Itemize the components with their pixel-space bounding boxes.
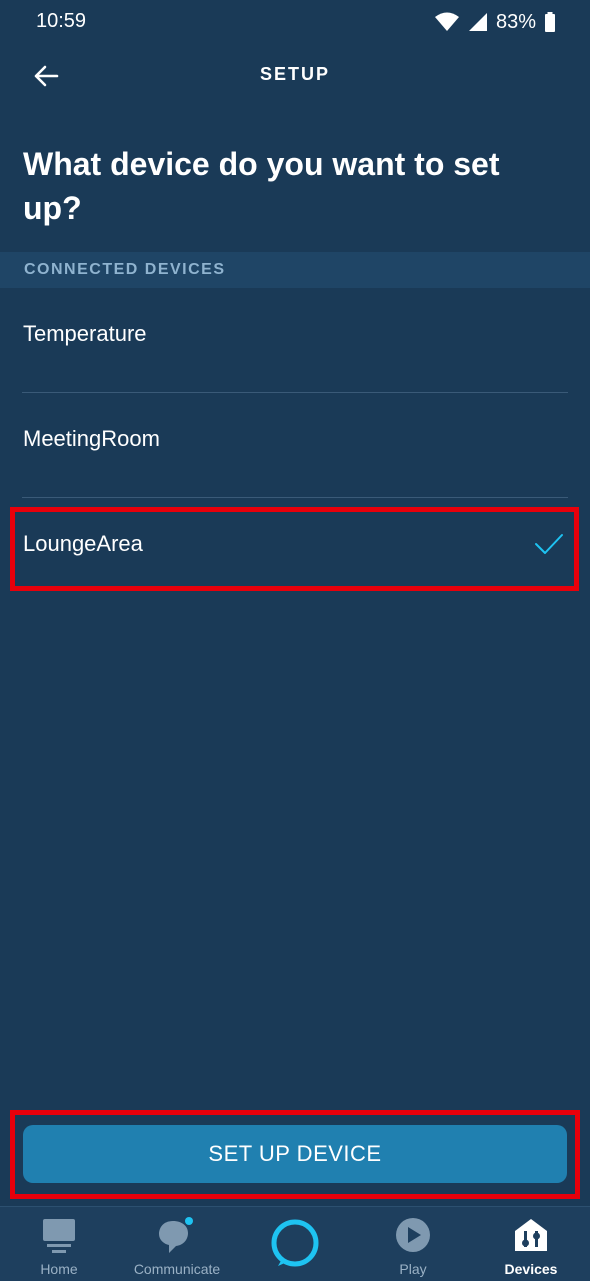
app-header: SETUP bbox=[0, 48, 590, 104]
signal-icon bbox=[468, 13, 487, 31]
page-title: What device do you want to set up? bbox=[23, 146, 500, 226]
bottom-nav: Home Communicate Play Devices bbox=[0, 1206, 590, 1281]
device-list: Temperature MeetingRoom LoungeArea bbox=[0, 288, 590, 603]
nav-label-home: Home bbox=[40, 1261, 78, 1277]
nav-label-communicate: Communicate bbox=[133, 1261, 221, 1277]
header-title: SETUP bbox=[259, 64, 330, 84]
section-label: CONNECTED DEVICES bbox=[24, 261, 226, 278]
nav-item-home[interactable]: Home bbox=[0, 1207, 118, 1281]
device-row-meetingroom[interactable]: MeetingRoom bbox=[0, 393, 590, 498]
nav-item-communicate[interactable]: Communicate bbox=[118, 1207, 236, 1281]
device-row-temperature[interactable]: Temperature bbox=[0, 288, 590, 393]
battery-percent: 83% bbox=[495, 10, 536, 33]
notification-dot bbox=[185, 1217, 193, 1225]
alexa-icon bbox=[271, 1219, 319, 1267]
status-icons: 83% bbox=[434, 10, 556, 34]
checkmark-icon bbox=[535, 534, 563, 554]
nav-item-play[interactable]: Play bbox=[354, 1207, 472, 1281]
status-time: 10:59 bbox=[36, 10, 87, 32]
devices-icon bbox=[515, 1219, 547, 1251]
status-bar: 10:59 83% bbox=[0, 0, 590, 44]
device-row-loungearea[interactable]: LoungeArea bbox=[0, 498, 590, 603]
communicate-icon bbox=[159, 1217, 193, 1253]
battery-icon bbox=[545, 12, 555, 32]
nav-label-devices: Devices bbox=[504, 1261, 558, 1277]
nav-item-devices[interactable]: Devices bbox=[472, 1207, 590, 1281]
device-name: Temperature bbox=[23, 321, 147, 346]
set-up-device-label: SET UP DEVICE bbox=[208, 1141, 382, 1166]
home-icon bbox=[43, 1219, 75, 1253]
device-name: LoungeArea bbox=[23, 531, 143, 556]
nav-label-play: Play bbox=[399, 1261, 427, 1277]
set-up-device-button[interactable]: SET UP DEVICE bbox=[23, 1125, 567, 1183]
play-icon bbox=[396, 1218, 430, 1252]
device-name: MeetingRoom bbox=[23, 426, 160, 451]
nav-item-alexa[interactable] bbox=[236, 1207, 354, 1281]
wifi-icon bbox=[434, 12, 459, 31]
section-header: CONNECTED DEVICES bbox=[0, 252, 590, 288]
